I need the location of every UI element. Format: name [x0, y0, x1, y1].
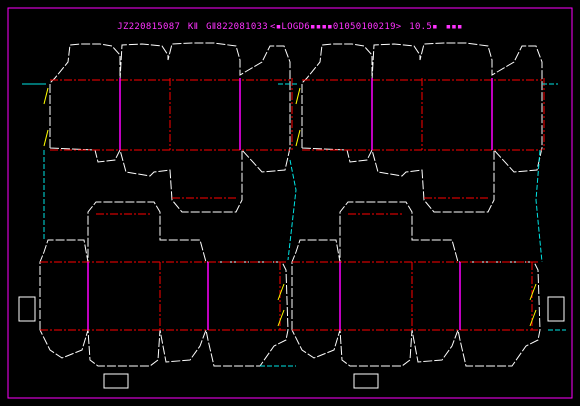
lower-box-glue-2-right: [529, 309, 537, 327]
registration-box-right: [547, 296, 565, 322]
upper-box-glue-1-left: [43, 87, 49, 105]
dieline-canvas: [7, 7, 573, 399]
registration-box-left: [18, 296, 36, 322]
lower-box-glue-1-right: [529, 283, 537, 301]
registration-box-bottom-right: [353, 373, 379, 389]
upper-box-glue-2-left: [43, 129, 49, 147]
lower-box-outline-right: [291, 201, 541, 367]
bleed-center: [287, 159, 297, 261]
upper-box-glue-2-right: [295, 129, 301, 147]
bleed-right-mid: [535, 149, 543, 263]
lower-box-outline-left: [39, 201, 289, 367]
upper-box-glue-1-right: [295, 87, 301, 105]
lower-box-glue-1-left: [277, 283, 285, 301]
registration-box-bottom-left: [103, 373, 129, 389]
lower-box-glue-2-left: [277, 309, 285, 327]
